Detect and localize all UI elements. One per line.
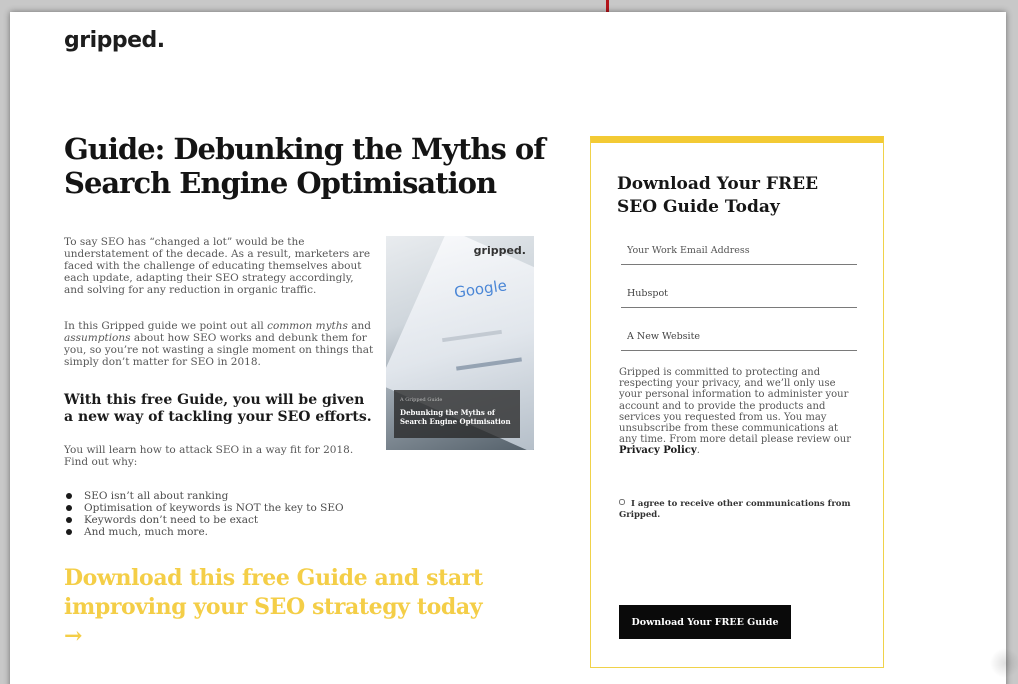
download-form-card: Download Your FREE SEO Guide Today Gripp… xyxy=(590,136,884,668)
list-item: Optimisation of keywords is NOT the key … xyxy=(64,502,384,514)
cover-title-band: A Gripped Guide Debunking the Myths of S… xyxy=(394,390,520,438)
list-item: SEO isn’t all about ranking xyxy=(64,490,384,502)
corner-shadow xyxy=(990,648,1018,678)
consent-label[interactable]: I agree to receive other communications … xyxy=(619,499,859,521)
guide-description-part: and xyxy=(347,320,372,332)
emphasis-common-myths: common myths xyxy=(267,320,348,332)
guide-description: In this Gripped guide we point out all c… xyxy=(64,320,374,368)
website-field[interactable] xyxy=(621,323,857,350)
form-title: Download Your FREE SEO Guide Today xyxy=(617,174,819,217)
consent-text: I agree to receive other communications … xyxy=(619,499,851,520)
cover-title: Debunking the Myths of Search Engine Opt… xyxy=(400,408,511,426)
emphasis-assumptions: assumptions xyxy=(64,332,131,344)
email-field[interactable] xyxy=(621,237,857,264)
learn-paragraph: You will learn how to attack SEO in a wa… xyxy=(64,444,354,468)
benefit-list: SEO isn’t all about ranking Optimisation… xyxy=(64,490,384,538)
download-guide-button[interactable]: Download Your FREE Guide xyxy=(619,605,791,639)
consent-checkbox[interactable] xyxy=(619,499,625,505)
list-item: Keywords don’t need to be exact xyxy=(64,514,384,526)
privacy-notice: Gripped is committed to protecting and r… xyxy=(619,367,859,457)
site-logo[interactable]: gripped. xyxy=(64,28,165,53)
website-field-wrapper xyxy=(621,323,857,351)
privacy-policy-link[interactable]: Privacy Policy xyxy=(619,445,697,456)
email-field-wrapper xyxy=(621,237,857,265)
benefit-subheading: With this free Guide, you will be given … xyxy=(64,392,372,425)
company-field[interactable] xyxy=(621,280,857,307)
privacy-end: . xyxy=(696,445,700,457)
page-headline: Guide: Debunking the Myths of Search Eng… xyxy=(64,132,546,200)
cover-tag: A Gripped Guide xyxy=(400,397,443,403)
company-field-wrapper xyxy=(621,280,857,308)
cover-logo: gripped. xyxy=(473,244,526,257)
download-cta-link[interactable]: Download this free Guide and start impro… xyxy=(64,564,504,651)
intro-paragraph: To say SEO has “changed a lot” would be … xyxy=(64,236,371,296)
privacy-text: Gripped is committed to protecting and r… xyxy=(619,367,852,446)
guide-description-part: In this Gripped guide we point out all xyxy=(64,320,268,332)
landing-page: gripped. Guide: Debunking the Myths of S… xyxy=(10,12,1018,684)
list-item: And much, much more. xyxy=(64,526,384,538)
guide-cover-image: Google gripped. A Gripped Guide Debunkin… xyxy=(386,236,534,450)
